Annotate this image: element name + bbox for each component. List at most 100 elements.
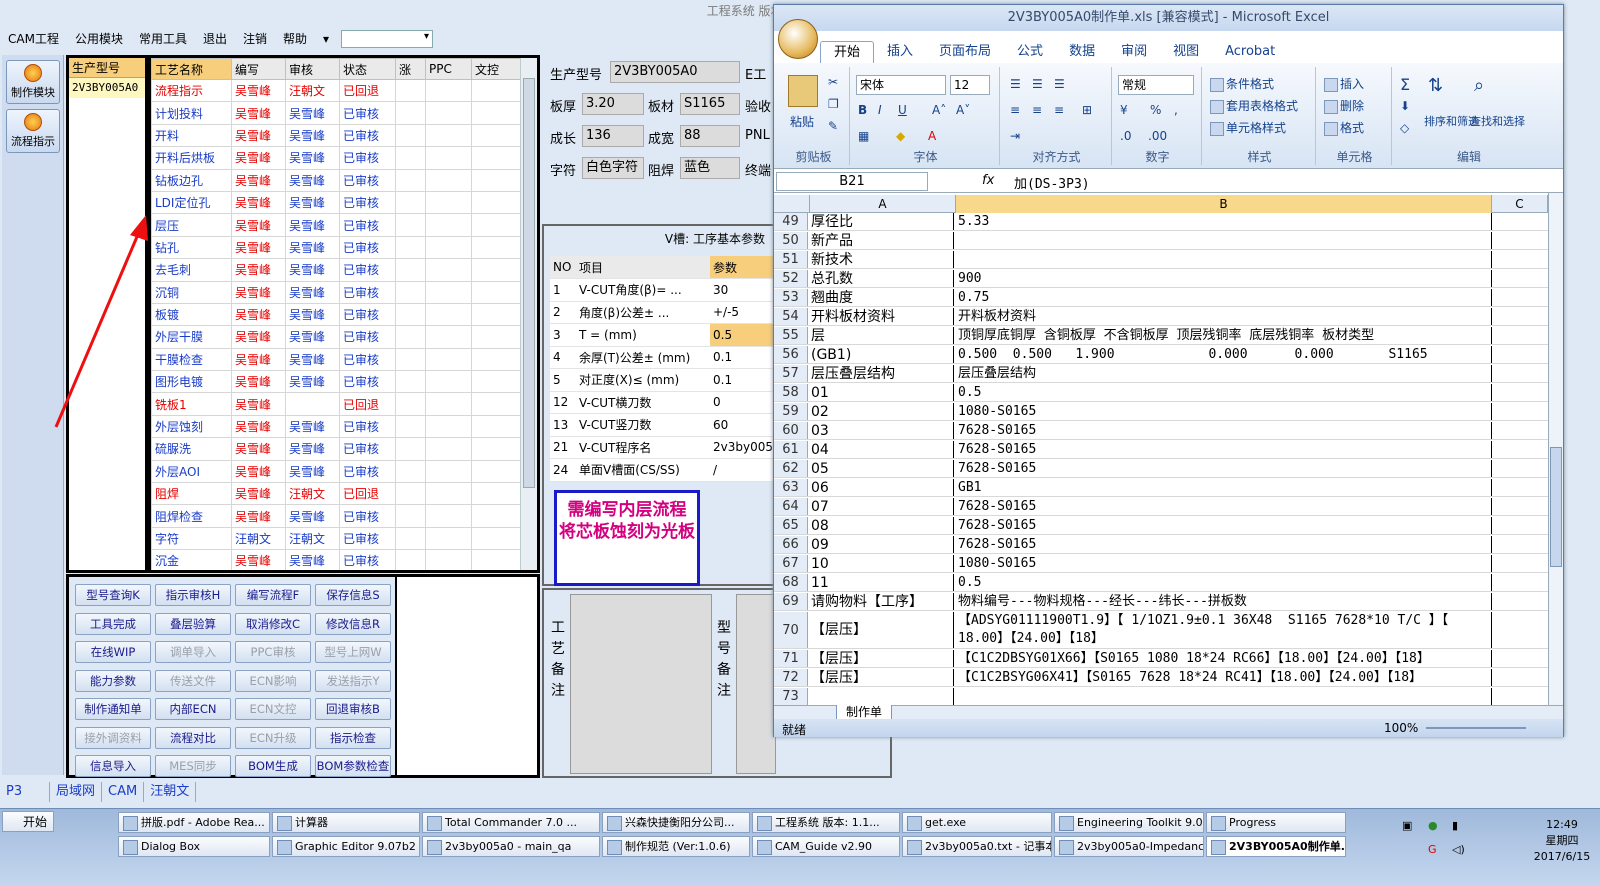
action-button-11[interactable]: 型号上网W — [315, 641, 391, 663]
row-number[interactable]: 69 — [774, 593, 808, 610]
process-empty-cell[interactable] — [395, 459, 426, 484]
shrink-font-icon[interactable]: A˅ — [956, 103, 970, 117]
vgroove-value-cell[interactable]: 0.1 — [710, 368, 779, 392]
table-row[interactable]: 外层AOI 吴雪峰 吴雪峰 已审核 — [151, 459, 522, 484]
action-button-20[interactable]: 接外调资料 — [75, 726, 151, 749]
clock[interactable]: 12:49 星期四 2017/6/15 — [1532, 817, 1592, 865]
process-status-cell[interactable]: 已审核 — [339, 213, 396, 237]
process-empty-cell[interactable] — [471, 392, 522, 416]
process-name-cell[interactable]: 计划投料 — [151, 101, 232, 125]
sum-icon[interactable]: Σ — [1400, 75, 1410, 94]
menu-combo-box[interactable] — [341, 30, 434, 48]
row-number[interactable]: 50 — [774, 232, 808, 249]
vgroove-value-cell[interactable]: +/-5 — [710, 301, 779, 324]
table-row[interactable]: 字符 汪朝文 汪朝文 已审核 — [151, 526, 522, 551]
align-top-icon[interactable]: ☰ — [1010, 77, 1021, 91]
process-empty-cell[interactable] — [471, 549, 522, 570]
process-empty-cell[interactable] — [395, 101, 426, 125]
row-number[interactable]: 65 — [774, 517, 808, 534]
process-status-cell[interactable]: 已审核 — [339, 258, 396, 282]
font-name-box[interactable]: 宋体 — [856, 75, 946, 95]
menu-cam[interactable]: CAM工程 — [0, 28, 67, 50]
process-name-cell[interactable]: 图形电镀 — [151, 370, 232, 394]
process-empty-cell[interactable] — [471, 190, 522, 215]
cell-a[interactable]: 04 — [810, 441, 954, 458]
process-empty-cell[interactable] — [425, 392, 472, 416]
row-number[interactable]: 68 — [774, 574, 808, 591]
model-list-item[interactable]: 2V3BY005A0 — [69, 78, 145, 98]
process-name-cell[interactable]: 沉金 — [151, 549, 232, 570]
cell-b[interactable]: 1080-S0165 — [956, 403, 1492, 420]
process-name-cell[interactable]: 外层AOI — [151, 459, 232, 484]
process-col-3[interactable]: 状态 — [339, 58, 396, 80]
process-writer-cell[interactable]: 吴雪峰 — [231, 190, 286, 215]
cell-b[interactable]: 层压叠层结构 — [956, 365, 1492, 382]
action-button-14[interactable]: ECN影响 — [235, 669, 311, 692]
action-button-8[interactable]: 在线WIP — [75, 641, 151, 663]
cell-c[interactable] — [1492, 289, 1548, 306]
table-row[interactable]: 5 对正度(X)≤ (mm) 0.1 — [550, 368, 779, 392]
number-format-box[interactable]: 常规 — [1118, 75, 1194, 95]
tray-signal-icon[interactable]: ▮ — [1452, 819, 1458, 832]
process-empty-cell[interactable] — [425, 78, 472, 103]
row-number[interactable]: 61 — [774, 441, 808, 458]
process-status-cell[interactable]: 已审核 — [339, 101, 396, 125]
cell-c[interactable] — [1492, 441, 1548, 458]
action-button-9[interactable]: 调单导入 — [155, 641, 231, 663]
cell-b[interactable]: 7628-S0165 — [956, 422, 1492, 439]
table-row[interactable]: 图形电镀 吴雪峰 吴雪峰 已审核 — [151, 370, 522, 394]
cell-b[interactable]: 物料编号---物料规格---经长---纬长---拼板数 — [956, 593, 1492, 610]
process-name-cell[interactable]: LDI定位孔 — [151, 190, 232, 215]
process-col-2[interactable]: 审核 — [285, 58, 340, 80]
menu-logout[interactable]: 注销 — [235, 28, 275, 50]
process-col-5[interactable]: PPC — [425, 58, 472, 80]
action-button-10[interactable]: PPC审核 — [235, 641, 311, 663]
process-reviewer-cell[interactable]: 汪朝文 — [285, 78, 340, 103]
row-number[interactable]: 71 — [774, 650, 808, 667]
process-empty-cell[interactable] — [395, 482, 426, 506]
action-button-18[interactable]: ECN文控 — [235, 698, 311, 720]
sheet-row[interactable]: 73 — [774, 688, 1548, 705]
cell-c[interactable] — [1492, 650, 1548, 667]
cell-c[interactable] — [1492, 574, 1548, 591]
cell-b[interactable]: 7628-S0165 — [956, 517, 1492, 534]
process-status-cell[interactable]: 已审核 — [339, 459, 396, 484]
vgroove-value-cell[interactable]: 30 — [710, 278, 779, 302]
action-button-6[interactable]: 取消修改C — [235, 612, 311, 635]
process-name-cell[interactable]: 外层干膜 — [151, 325, 232, 349]
cell-a[interactable]: 10 — [810, 555, 954, 572]
fill-icon[interactable]: ⬇ — [1400, 99, 1410, 113]
process-empty-cell[interactable] — [395, 325, 426, 349]
paste-icon[interactable] — [788, 75, 818, 107]
sheet-grid[interactable]: 49 厚径比 5.33 50 新产品 51 新技术 52 总孔数 900 53 翘曲度 0.75 54 开料… — [774, 213, 1548, 705]
process-reviewer-cell[interactable]: 吴雪峰 — [285, 347, 340, 372]
copy-icon[interactable]: ❐ — [828, 97, 839, 111]
taskbar-item[interactable]: 制作规范 (Ver:1.0.6) — [602, 836, 750, 857]
cell-b[interactable]: 7628-S0165 — [956, 536, 1492, 553]
sheet-row[interactable]: 60 03 7628-S0165 — [774, 422, 1548, 440]
cell-c[interactable] — [1492, 460, 1548, 477]
row-number[interactable]: 73 — [774, 688, 808, 705]
process-empty-cell[interactable] — [425, 504, 472, 528]
vgroove-value-cell[interactable]: 60 — [710, 413, 779, 437]
process-empty-cell[interactable] — [395, 213, 426, 237]
taskbar-item[interactable]: CAM_Guide v2.90 — [752, 836, 900, 857]
sheet-row[interactable]: 65 08 7628-S0165 — [774, 517, 1548, 535]
cell-c[interactable] — [1492, 270, 1548, 287]
office-button-icon[interactable] — [778, 19, 818, 59]
process-empty-cell[interactable] — [471, 101, 522, 125]
process-reviewer-cell[interactable]: 吴雪峰 — [285, 123, 340, 148]
process-writer-cell[interactable]: 吴雪峰 — [231, 459, 286, 484]
zoom-slider[interactable] — [1426, 727, 1526, 729]
process-writer-cell[interactable]: 汪朝文 — [231, 526, 286, 551]
cell-c[interactable] — [1492, 517, 1548, 534]
character-field[interactable]: 白色字符 — [582, 157, 644, 179]
process-empty-cell[interactable] — [395, 168, 426, 192]
process-status-cell[interactable]: 已审核 — [339, 302, 396, 327]
menu-common-module[interactable]: 公用模块 — [67, 28, 131, 50]
process-status-cell[interactable]: 已审核 — [339, 370, 396, 394]
process-writer-cell[interactable]: 吴雪峰 — [231, 235, 286, 260]
width-field[interactable]: 88 — [680, 125, 740, 147]
cell-b[interactable] — [956, 232, 1492, 249]
action-button-4[interactable]: 工具完成 — [75, 612, 151, 635]
